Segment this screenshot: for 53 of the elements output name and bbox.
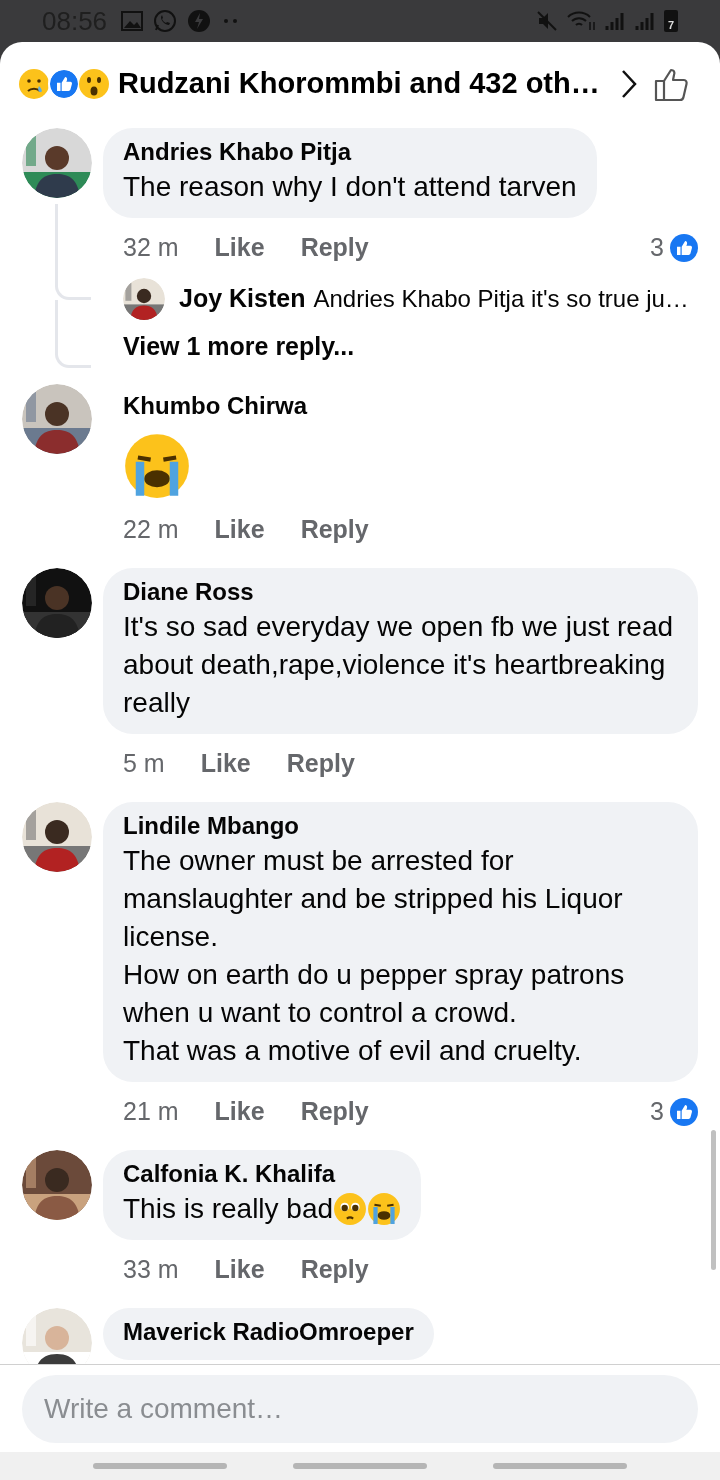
thread-line bbox=[55, 300, 91, 368]
thumbs-up-icon bbox=[654, 66, 690, 102]
comment-text: It's so sad everyday we open fb we just read about death,rape,violence it's heartbreaking really bbox=[123, 609, 675, 720]
wifi-icon bbox=[566, 10, 596, 32]
comment-action-link[interactable]: Reply bbox=[300, 1092, 369, 1131]
like-reaction-icon bbox=[670, 1097, 698, 1126]
comment-time: 32 m bbox=[123, 232, 179, 264]
signal-icon bbox=[604, 10, 626, 32]
reply-author[interactable]: Joy Kisten bbox=[179, 280, 306, 318]
comment-action-link[interactable]: Reply bbox=[300, 510, 369, 549]
comment-text: This is really bad bbox=[123, 1191, 334, 1226]
comment-author[interactable]: Diane Ross bbox=[123, 575, 678, 608]
comment-action-link[interactable]: Reply bbox=[300, 229, 369, 267]
gallery-icon bbox=[121, 11, 144, 31]
wow-reaction-icon bbox=[78, 68, 110, 100]
reactions-summary[interactable]: Rudzani Khorommbi and 432 oth… bbox=[118, 62, 600, 106]
like-reaction-icon bbox=[48, 68, 80, 100]
comment-action-link[interactable]: Like bbox=[214, 1250, 265, 1289]
comment-time: 21 m bbox=[123, 1095, 179, 1127]
navigation-handle[interactable] bbox=[93, 1463, 227, 1469]
chat-icon bbox=[153, 9, 178, 33]
comment-author[interactable]: Khumbo Chirwa bbox=[123, 389, 307, 422]
sad-reaction-icon bbox=[18, 68, 50, 100]
comment-text: The reason why I don't attend tarven bbox=[123, 170, 577, 204]
comment-author[interactable]: Lindile Mbango bbox=[123, 809, 678, 842]
comment-text: The owner must be arrested for manslaughter and be stripped his Liquor license. How on earth do u pepper spray patrons when u want to control a crowd. That was a motive of evil and cruelty. bbox=[123, 843, 626, 1068]
signal-icon bbox=[634, 10, 656, 32]
navigation-handle[interactable] bbox=[493, 1463, 627, 1469]
view-more-replies-link[interactable]: View 1 more reply... bbox=[123, 328, 698, 366]
comment-action-link[interactable]: Like bbox=[214, 1092, 265, 1131]
comment-action-link[interactable]: Reply bbox=[300, 1250, 369, 1289]
comment-action-link[interactable]: Reply bbox=[286, 744, 355, 783]
comment-action-link[interactable]: Like bbox=[200, 744, 251, 783]
lightning-icon bbox=[187, 9, 212, 33]
comment-author[interactable]: Andries Khabo Pitja bbox=[123, 136, 577, 168]
reply-text: Andries Khabo Pitja it's so true ju… bbox=[313, 284, 689, 314]
comment-time: 33 m bbox=[123, 1253, 179, 1285]
comment-input-field[interactable]: Write a comment… bbox=[22, 1374, 698, 1443]
reaction-count: 3 bbox=[650, 232, 664, 264]
comment-time: 5 m bbox=[123, 747, 165, 779]
comment-author[interactable]: Maverick RadioOmroeper bbox=[123, 1315, 414, 1348]
navigation-handle[interactable] bbox=[293, 1463, 427, 1469]
comment-time: 22 m bbox=[123, 513, 179, 545]
crying-face-icon bbox=[123, 431, 191, 500]
like-reaction-icon bbox=[670, 234, 698, 262]
mute-icon bbox=[536, 10, 558, 32]
reaction-count: 3 bbox=[650, 1095, 664, 1127]
comment-action-link[interactable]: Like bbox=[214, 229, 265, 267]
crying-face-icon bbox=[367, 1191, 402, 1226]
battery-level: 7 bbox=[667, 18, 675, 32]
comment-author[interactable]: Calfonia K. Khalifa bbox=[123, 1157, 402, 1190]
chevron-right-icon bbox=[619, 68, 638, 100]
comment-action-link[interactable]: Like bbox=[214, 510, 265, 549]
